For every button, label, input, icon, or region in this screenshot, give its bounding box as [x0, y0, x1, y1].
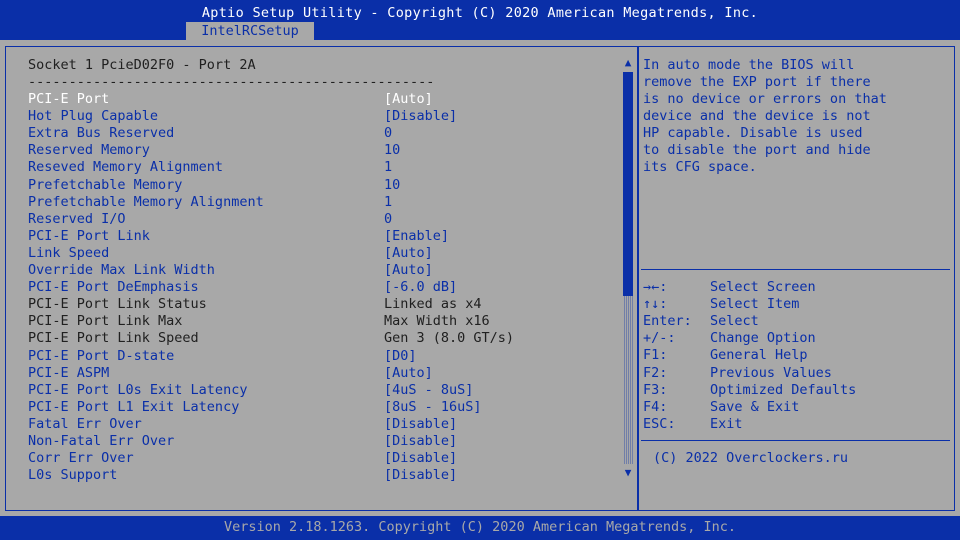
setting-label: Hot Plug Capable: [28, 108, 159, 125]
key-description: Exit: [710, 415, 743, 432]
key-name: ESC:: [643, 415, 676, 432]
setting-value[interactable]: 0: [384, 125, 392, 142]
help-line: HP capable. Disable is used: [643, 125, 863, 141]
setting-label: Prefetchable Memory Alignment: [28, 193, 264, 210]
key-description: Save & Exit: [710, 398, 800, 415]
setting-value[interactable]: [D0]: [384, 348, 417, 365]
tab-intelrcsetup[interactable]: IntelRCSetup: [186, 22, 314, 40]
setting-label: Reseved Memory Alignment: [28, 159, 224, 176]
setting-label: Reserved I/O: [28, 210, 126, 227]
setting-label: L0s Support: [28, 467, 118, 484]
key-name: +/-:: [643, 330, 676, 347]
setting-value[interactable]: [8uS - 16uS]: [384, 399, 482, 416]
setting-value[interactable]: [-6.0 dB]: [384, 279, 457, 296]
scrollbar-thumb[interactable]: [623, 72, 633, 296]
app-title: Aptio Setup Utility - Copyright (C) 2020…: [201, 5, 759, 21]
setting-label: PCI-E ASPM: [28, 364, 110, 381]
setting-value: Linked as x4: [384, 296, 482, 313]
key-description: Select: [710, 313, 759, 330]
help-line: In auto mode the BIOS will: [643, 57, 855, 73]
setting-value[interactable]: [Auto]: [384, 245, 433, 262]
key-name: Enter:: [643, 313, 692, 330]
key-description: Previous Values: [710, 364, 832, 381]
key-name: F3:: [643, 381, 668, 398]
setting-value[interactable]: 0: [384, 211, 392, 228]
setting-label: PCI-E Port Link Speed: [28, 330, 199, 347]
key-description: Select Item: [710, 296, 800, 313]
scroll-down-arrow-icon[interactable]: ▼: [621, 466, 635, 480]
setting-label: Corr Err Over: [28, 450, 134, 467]
key-description: Select Screen: [710, 279, 816, 295]
footer-version: Version 2.18.1263. Copyright (C) 2020 Am…: [0, 516, 960, 540]
key-description: Change Option: [710, 330, 816, 347]
setting-value[interactable]: [Disable]: [384, 467, 457, 484]
page-title: Socket 1 PcieD02F0 - Port 2A: [28, 57, 256, 73]
help-divider: [641, 269, 950, 270]
setting-value[interactable]: [Auto]: [384, 365, 433, 382]
setting-label: PCI-E Port: [28, 91, 110, 107]
setting-label: Link Speed: [28, 244, 110, 261]
help-line: its CFG space.: [643, 159, 757, 175]
help-line: to disable the port and hide: [643, 142, 871, 158]
setting-value[interactable]: [Enable]: [384, 228, 449, 245]
setting-value[interactable]: [Auto]: [384, 91, 433, 108]
setting-label: Fatal Err Over: [28, 415, 142, 432]
setting-value[interactable]: [Disable]: [384, 416, 457, 433]
key-description: General Help: [710, 347, 808, 364]
key-name: →←:: [643, 279, 668, 295]
setting-value: Gen 3 (8.0 GT/s): [384, 330, 515, 347]
setting-value[interactable]: 10: [384, 142, 400, 159]
panel-divider: [637, 46, 639, 511]
key-name: F1:: [643, 347, 668, 364]
setting-value[interactable]: [Auto]: [384, 262, 433, 279]
key-description: Optimized Defaults: [710, 381, 857, 398]
help-line: is no device or errors on that: [643, 91, 887, 107]
setting-label: Reserved Memory: [28, 142, 150, 159]
setting-value[interactable]: 1: [384, 194, 392, 211]
setting-value: Max Width x16: [384, 313, 490, 330]
setting-label: PCI-E Port Link Max: [28, 313, 183, 330]
setting-value[interactable]: [4uS - 8uS]: [384, 382, 473, 399]
legend-divider: [641, 440, 950, 441]
site-copyright: (C) 2022 Overclockers.ru: [653, 450, 849, 466]
help-line: remove the EXP port if there: [643, 74, 871, 90]
setting-value[interactable]: [Disable]: [384, 433, 457, 450]
setting-label: PCI-E Port Link: [28, 227, 150, 244]
key-name: ↑↓:: [643, 296, 668, 313]
setting-value[interactable]: [Disable]: [384, 450, 457, 467]
scroll-up-arrow-icon[interactable]: ▲: [621, 56, 635, 70]
setting-label: PCI-E Port Link Status: [28, 296, 207, 313]
help-text: In auto mode the BIOS will remove the EX…: [643, 57, 943, 176]
setting-label: PCI-E Port L1 Exit Latency: [28, 398, 240, 415]
setting-value[interactable]: 10: [384, 177, 400, 194]
help-line: device and the device is not: [643, 108, 871, 124]
setting-label: PCI-E Port D-state: [28, 347, 175, 364]
setting-label: Override Max Link Width: [28, 262, 215, 278]
setting-label: Extra Bus Reserved: [28, 125, 175, 142]
setting-label: Prefetchable Memory: [28, 176, 183, 193]
key-name: F2:: [643, 364, 668, 381]
setting-label: Non-Fatal Err Over: [28, 433, 175, 449]
title-bar: Aptio Setup Utility - Copyright (C) 2020…: [0, 0, 960, 40]
key-name: F4:: [643, 398, 668, 415]
heading-separator: ----------------------------------------…: [28, 74, 435, 90]
setting-label: PCI-E Port L0s Exit Latency: [28, 381, 248, 398]
setting-value[interactable]: [Disable]: [384, 108, 457, 125]
setting-value[interactable]: 1: [384, 159, 392, 176]
setting-label: PCI-E Port DeEmphasis: [28, 279, 199, 296]
